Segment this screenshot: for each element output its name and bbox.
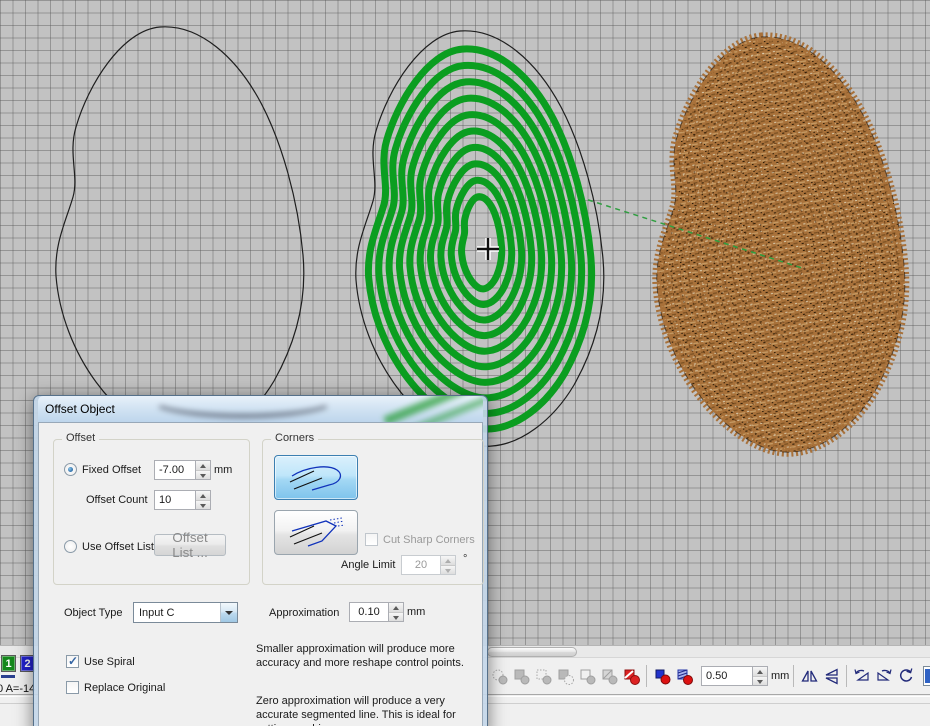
fixed-offset-radio[interactable] bbox=[64, 463, 77, 476]
sharp-corners-icon bbox=[284, 517, 348, 549]
offset-count-label: Offset Count bbox=[86, 494, 148, 506]
mirror-vertical-icon[interactable] bbox=[798, 664, 820, 688]
offset-count-spinner[interactable] bbox=[196, 490, 211, 510]
horizontal-scrollbar-thumb[interactable] bbox=[487, 647, 577, 657]
toolbar-separator bbox=[646, 665, 647, 687]
app-window: 0.50 mm bbox=[0, 0, 930, 726]
approximation-label: Approximation bbox=[269, 607, 339, 619]
angle-limit-unit: ° bbox=[463, 553, 467, 565]
approximation-input[interactable]: 0.10 bbox=[349, 602, 389, 622]
use-offset-list-label: Use Offset List bbox=[82, 541, 154, 553]
rotate-reset-icon[interactable] bbox=[895, 664, 917, 688]
glass-blur-egg-outline bbox=[148, 396, 338, 418]
approximation-help-text: Smaller approximation will produce more … bbox=[256, 642, 490, 670]
replace-original-checkbox[interactable] bbox=[66, 681, 79, 694]
shape-op-3-icon[interactable] bbox=[532, 664, 554, 688]
corners-group-label: Corners bbox=[271, 432, 318, 444]
approximation-spinner[interactable] bbox=[389, 602, 404, 622]
fixed-offset-unit: mm bbox=[214, 460, 232, 480]
fixed-offset-input[interactable]: -7.00 bbox=[154, 460, 196, 480]
rotate-right-icon[interactable] bbox=[873, 664, 895, 688]
offset-distance-unit: mm bbox=[771, 670, 789, 682]
chevron-down-icon[interactable] bbox=[220, 603, 237, 622]
rotate-angle-input[interactable] bbox=[923, 666, 930, 686]
zero-approximation-help-text: Zero approximation will produce a very a… bbox=[256, 694, 490, 726]
sharp-corners-button[interactable] bbox=[274, 510, 358, 555]
palette-selection-underline bbox=[1, 675, 15, 678]
remove-overlaps-icon[interactable] bbox=[620, 664, 642, 688]
palette-color-1[interactable]: 1 bbox=[1, 655, 16, 672]
fixed-offset-label: Fixed Offset bbox=[82, 464, 141, 476]
object-type-dropdown[interactable]: Input C bbox=[133, 602, 238, 623]
rotate-left-icon[interactable] bbox=[851, 664, 873, 688]
offset-distance-value: 0.50 bbox=[706, 670, 727, 682]
mirror-horizontal-icon[interactable] bbox=[820, 664, 842, 688]
object-type-value: Input C bbox=[134, 607, 220, 619]
combine-objects-icon[interactable] bbox=[651, 664, 673, 688]
shape-op-1-icon[interactable] bbox=[488, 664, 510, 688]
fixed-offset-field: -7.00 mm bbox=[154, 460, 232, 480]
status-left-text: 0 A=-14 bbox=[0, 683, 35, 695]
offset-group-label: Offset bbox=[62, 432, 99, 444]
approximation-unit: mm bbox=[407, 602, 425, 622]
color-palette: 1 2 bbox=[1, 655, 35, 672]
angle-limit-label: Angle Limit bbox=[341, 559, 395, 571]
dialog-title: Offset Object bbox=[45, 402, 115, 416]
angle-limit-input[interactable]: 20 bbox=[401, 555, 441, 575]
offset-count-input[interactable]: 10 bbox=[154, 490, 196, 510]
toolbar-separator bbox=[793, 665, 794, 687]
round-corners-button[interactable] bbox=[274, 455, 358, 500]
use-offset-list-radio[interactable] bbox=[64, 540, 77, 553]
offset-object-dialog: Offset Object Offset Fixed Offset -7.00 … bbox=[33, 395, 488, 726]
offset-list-button[interactable]: Offset List ... bbox=[154, 534, 226, 556]
approximation-field: 0.10 mm bbox=[349, 602, 425, 622]
offset-distance-spinner[interactable] bbox=[753, 666, 768, 686]
offset-distance-input[interactable]: 0.50 bbox=[701, 666, 753, 686]
round-corners-icon bbox=[284, 462, 348, 494]
shape-op-6-icon[interactable] bbox=[598, 664, 620, 688]
toolbar-separator bbox=[846, 665, 847, 687]
offset-spiral-egg[interactable] bbox=[356, 31, 604, 446]
offset-count-field: 10 bbox=[154, 490, 211, 510]
fixed-offset-spinner[interactable] bbox=[196, 460, 211, 480]
angle-limit-spinner[interactable] bbox=[441, 555, 456, 575]
shape-op-5-icon[interactable] bbox=[576, 664, 598, 688]
cut-sharp-corners-label: Cut Sharp Corners bbox=[383, 534, 475, 546]
dialog-body: Offset Fixed Offset -7.00 mm Offset Coun… bbox=[38, 422, 483, 726]
replace-original-label: Replace Original bbox=[84, 682, 165, 694]
angle-limit-field: 20 bbox=[401, 555, 456, 575]
use-spiral-checkbox[interactable] bbox=[66, 655, 79, 668]
outline-egg[interactable] bbox=[56, 27, 304, 442]
shape-op-2-icon[interactable] bbox=[510, 664, 532, 688]
use-spiral-label: Use Spiral bbox=[84, 656, 135, 668]
shape-op-4-icon[interactable] bbox=[554, 664, 576, 688]
crosshair-cursor bbox=[477, 238, 499, 260]
dialog-titlebar[interactable]: Offset Object bbox=[38, 396, 483, 422]
cut-sharp-corners-checkbox[interactable] bbox=[365, 533, 378, 546]
stitched-egg[interactable] bbox=[657, 37, 905, 452]
object-type-label: Object Type bbox=[64, 607, 123, 619]
split-objects-icon[interactable] bbox=[673, 664, 695, 688]
